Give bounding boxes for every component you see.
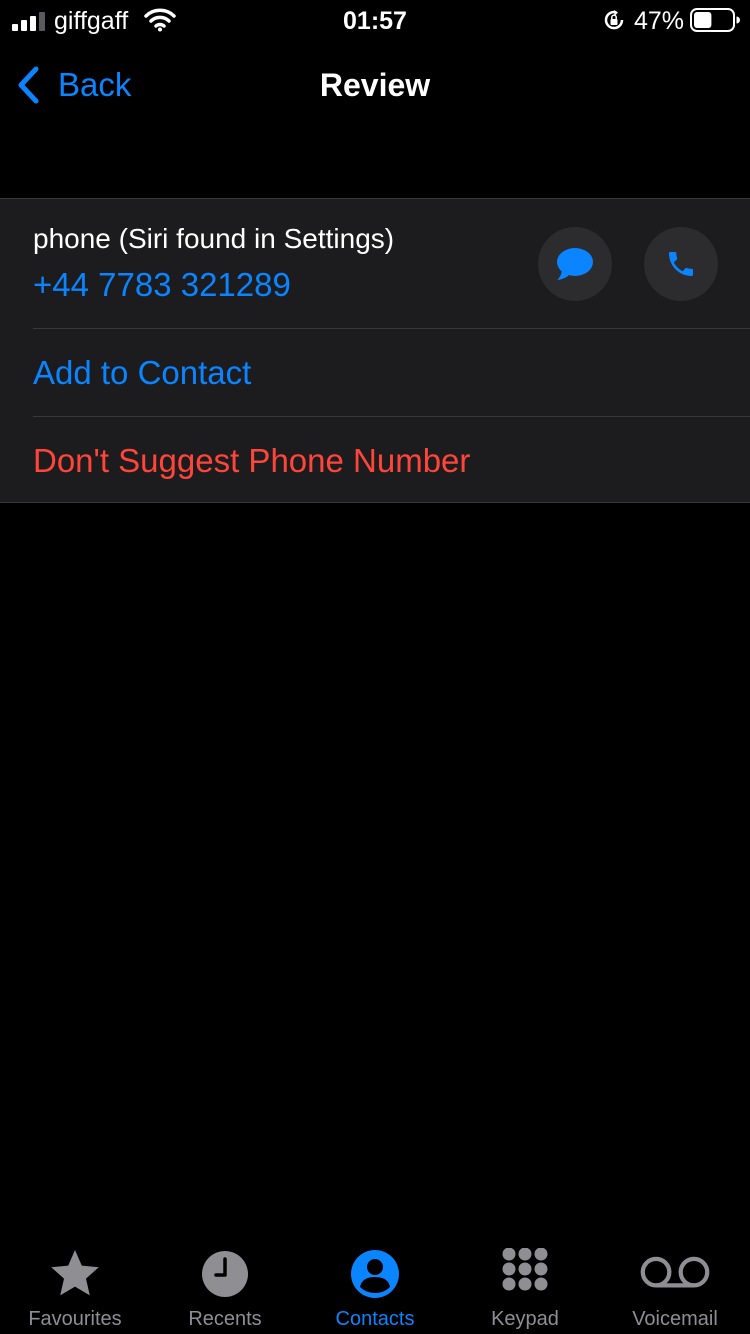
voicemail-icon xyxy=(640,1256,710,1288)
battery-icon xyxy=(690,8,740,32)
call-button[interactable] xyxy=(644,227,718,301)
phone-handset-icon xyxy=(669,252,693,276)
add-to-contact-button[interactable]: Add to Contact xyxy=(33,329,750,416)
dont-suggest-phone-number-button[interactable]: Don't Suggest Phone Number xyxy=(33,417,750,504)
message-bubble-icon xyxy=(557,248,593,280)
tab-keypad[interactable]: Keypad xyxy=(450,1236,600,1334)
phone-number-link[interactable]: +44 7783 321289 xyxy=(33,265,291,305)
tab-contacts[interactable]: Contacts xyxy=(300,1236,450,1334)
tab-label: Contacts xyxy=(335,1308,415,1330)
phone-label: phone (Siri found in Settings) xyxy=(33,223,395,254)
battery-percentage: 47% xyxy=(634,7,685,35)
person-circle-icon xyxy=(351,1250,399,1298)
tab-label: Recents xyxy=(188,1308,262,1330)
status-bar: giffgaff 01:57 47% xyxy=(0,0,750,40)
tab-label: Favourites xyxy=(28,1308,122,1330)
rotation-lock-icon xyxy=(604,10,624,30)
tab-bar: Favourites Recents Contacts Keypad Voice… xyxy=(0,1236,750,1334)
phone-suggestion-row: phone (Siri found in Settings) +44 7783 … xyxy=(0,199,750,328)
tab-voicemail[interactable]: Voicemail xyxy=(600,1236,750,1334)
page-title: Review xyxy=(319,67,431,103)
tab-label: Keypad xyxy=(491,1308,559,1330)
star-icon xyxy=(51,1250,99,1296)
clock-icon xyxy=(202,1251,248,1297)
tab-favourites[interactable]: Favourites xyxy=(0,1236,150,1334)
message-button[interactable] xyxy=(538,227,612,301)
navigation-bar: Back Review xyxy=(0,50,750,120)
tab-recents[interactable]: Recents xyxy=(150,1236,300,1334)
suggestion-card: phone (Siri found in Settings) +44 7783 … xyxy=(0,198,750,503)
tab-label: Voicemail xyxy=(632,1308,718,1330)
keypad-icon xyxy=(502,1248,548,1291)
